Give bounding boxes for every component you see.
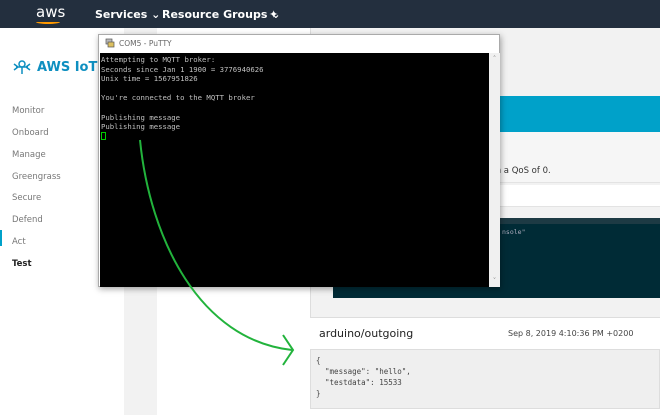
services-label: Services (95, 8, 148, 21)
putty-title: COM5 - PuTTY (119, 38, 172, 48)
sidebar-item-monitor[interactable]: Monitor (12, 106, 44, 116)
terminal-text: Attempting to MQTT broker: Seconds since… (101, 55, 264, 132)
putty-titlebar[interactable]: COM5 - PuTTY (105, 38, 172, 48)
payload-text: nsole" (502, 228, 526, 236)
scroll-up-icon[interactable]: ˄ (489, 55, 500, 63)
sidebar-item-test[interactable]: Test (12, 259, 32, 269)
message-timestamp: Sep 8, 2019 4:10:36 PM +0200 (508, 329, 634, 338)
active-indicator (0, 230, 2, 246)
sidebar-item-defend[interactable]: Defend (12, 215, 43, 225)
message-payload: { "message": "hello", "testdata": 15533 … (310, 349, 660, 409)
pin-icon[interactable]: ✦ (269, 8, 278, 21)
putty-icon (105, 38, 115, 48)
terminal-output[interactable]: Attempting to MQTT broker: Seconds since… (100, 53, 489, 287)
putty-window[interactable]: COM5 - PuTTY Attempting to MQTT broker: … (98, 34, 500, 287)
sidebar-item-act[interactable]: Act (12, 237, 26, 247)
aws-logo[interactable]: aws (36, 3, 65, 21)
sidebar-item-secure[interactable]: Secure (12, 193, 41, 203)
services-menu[interactable]: Services ⌄ (95, 8, 160, 21)
sidebar-item-manage[interactable]: Manage (12, 150, 46, 160)
top-navigation: aws Services ⌄ Resource Groups ⌄ ✦ (0, 0, 660, 28)
brand-label: AWS IoT (37, 59, 98, 75)
resource-groups-label: Resource Groups (162, 8, 268, 21)
message-card: arduino/outgoing Sep 8, 2019 4:10:36 PM … (310, 317, 660, 415)
sidebar-item-onboard[interactable]: Onboard (12, 128, 49, 138)
terminal-scrollbar[interactable]: ˄ ˅ (489, 53, 500, 287)
resource-groups-menu[interactable]: Resource Groups ⌄ (162, 8, 280, 21)
aws-iot-brand[interactable]: AWS IoT (12, 59, 97, 75)
chevron-down-icon: ⌄ (151, 8, 161, 21)
iot-icon (13, 60, 31, 74)
message-topic: arduino/outgoing (319, 327, 414, 340)
terminal-cursor (101, 131, 106, 140)
scroll-down-icon[interactable]: ˅ (489, 277, 500, 285)
sidebar-item-greengrass[interactable]: Greengrass (12, 172, 61, 182)
aws-logo-smile (36, 20, 60, 24)
